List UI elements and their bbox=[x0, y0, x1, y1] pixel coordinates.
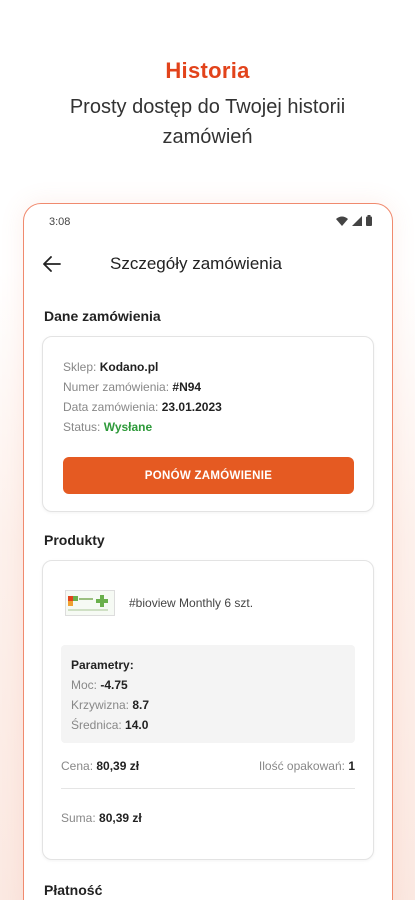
power-row: Moc: -4.75 bbox=[71, 675, 345, 695]
product-card: #bioview Monthly 6 szt. Parametry: Moc: … bbox=[42, 560, 374, 860]
price-label: Cena: bbox=[61, 758, 94, 773]
sum-row: Suma: 80,39 zł bbox=[61, 789, 355, 847]
product-image bbox=[65, 590, 115, 616]
status-badge: Wysłane bbox=[103, 420, 153, 434]
curvature-row: Krzywizna: 8.7 bbox=[71, 695, 345, 715]
order-status-label: Status: bbox=[63, 420, 101, 434]
product-header: #bioview Monthly 6 szt. bbox=[61, 561, 355, 645]
shop-row: Sklep: Kodano.pl bbox=[63, 357, 353, 377]
price: Cena: 80,39 zł bbox=[61, 759, 139, 773]
app-bar: Szczegóły zamówienia bbox=[24, 240, 392, 288]
diameter-value: 14.0 bbox=[125, 718, 149, 732]
product-parameters: Parametry: Moc: -4.75 Krzywizna: 8.7 Śre… bbox=[61, 645, 355, 743]
power-value: -4.75 bbox=[100, 678, 128, 692]
back-arrow-icon[interactable] bbox=[40, 252, 64, 276]
products-section-title: Produkty bbox=[44, 532, 105, 548]
wifi-icon bbox=[336, 216, 348, 229]
quantity-value: 1 bbox=[348, 758, 355, 773]
shop-label: Sklep: bbox=[63, 360, 97, 374]
status-bar: 3:08 bbox=[24, 204, 392, 240]
status-time: 3:08 bbox=[49, 216, 71, 228]
sum-label: Suma: bbox=[61, 811, 96, 825]
reorder-button[interactable]: PONÓW ZAMÓWIENIE bbox=[63, 457, 354, 494]
signal-icon bbox=[352, 215, 362, 229]
order-number-value: #N94 bbox=[172, 380, 202, 394]
quantity: Ilość opakowań: 1 bbox=[259, 759, 355, 773]
promo-title: Historia bbox=[165, 58, 250, 83]
power-label: Moc: bbox=[71, 678, 98, 692]
status-icons bbox=[336, 215, 372, 229]
product-name: #bioview Monthly 6 szt. bbox=[129, 596, 254, 610]
order-section-title: Dane zamówienia bbox=[44, 308, 161, 324]
sum-value: 80,39 zł bbox=[99, 811, 142, 825]
payment-section-title: Płatność bbox=[44, 882, 103, 898]
order-status-row: Status: Wysłane bbox=[63, 417, 353, 437]
phone-frame: 3:08 Szczegóły zamówienia Dane zamówieni… bbox=[23, 203, 393, 900]
page-title: Szczegóły zamówienia bbox=[110, 254, 282, 273]
battery-icon bbox=[366, 215, 372, 229]
curvature-value: 8.7 bbox=[132, 698, 150, 712]
order-date-row: Data zamówienia: 23.01.2023 bbox=[63, 397, 353, 417]
diameter-row: Średnica: 14.0 bbox=[71, 715, 345, 735]
promo-subtitle: Prosty dostęp do Twojej historii zamówie… bbox=[69, 96, 346, 148]
price-value: 80,39 zł bbox=[96, 758, 140, 773]
order-date-label: Data zamówienia: bbox=[63, 400, 159, 414]
curvature-label: Krzywizna: bbox=[71, 698, 130, 712]
order-date-value: 23.01.2023 bbox=[161, 400, 222, 414]
diameter-label: Średnica: bbox=[71, 718, 122, 732]
order-number-row: Numer zamówienia: #N94 bbox=[63, 377, 353, 397]
order-number-label: Numer zamówienia: bbox=[63, 380, 170, 394]
shop-value: Kodano.pl bbox=[99, 360, 159, 374]
price-row: Cena: 80,39 zł Ilość opakowań: 1 bbox=[61, 743, 355, 789]
params-title: Parametry: bbox=[71, 658, 134, 672]
quantity-label: Ilość opakowań: bbox=[258, 758, 345, 773]
order-details-card: Sklep: Kodano.pl Numer zamówienia: #N94 … bbox=[42, 336, 374, 512]
